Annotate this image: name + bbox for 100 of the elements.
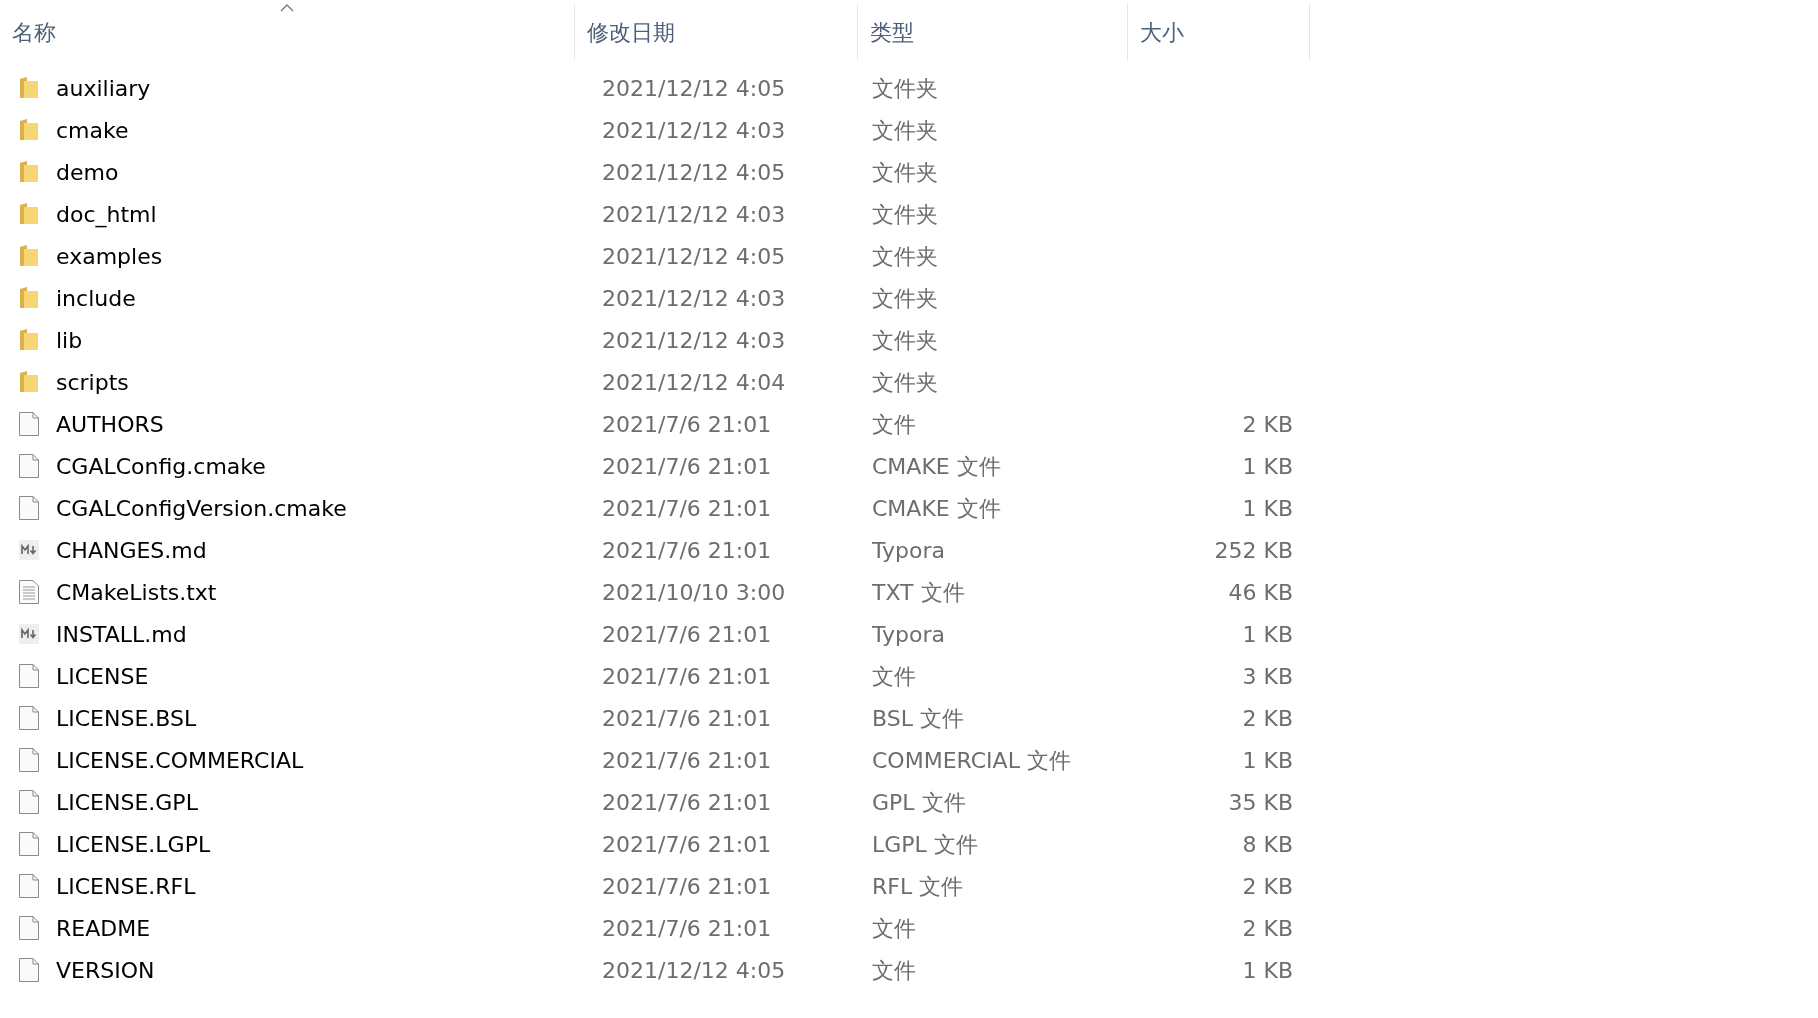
file-name[interactable]: LICENSE.GPL xyxy=(56,785,198,819)
file-type: GPL 文件 xyxy=(871,789,966,815)
file-name[interactable]: CGALConfig.cmake xyxy=(56,449,266,483)
file-type: 文件夹 xyxy=(871,159,938,185)
modified-date: 2021/12/12 4:03 xyxy=(601,201,786,227)
file-size: 1 KB xyxy=(1242,453,1293,479)
file-type: CMAKE 文件 xyxy=(871,495,1001,521)
modified-date: 2021/7/6 21:01 xyxy=(601,705,772,731)
file-size: 252 KB xyxy=(1214,537,1293,563)
file-size: 8 KB xyxy=(1242,831,1293,857)
modified-date: 2021/12/12 4:05 xyxy=(601,957,786,983)
file-icon xyxy=(18,747,40,773)
file-type: 文件夹 xyxy=(871,243,938,269)
file-name[interactable]: auxiliary xyxy=(56,71,151,105)
column-header[interactable]: 大小 xyxy=(1128,4,1310,60)
column-header[interactable]: 名称 xyxy=(0,4,575,60)
file-icon xyxy=(18,453,40,479)
modified-date: 2021/7/6 21:01 xyxy=(601,537,772,563)
file-size: 2 KB xyxy=(1242,915,1293,941)
file-icon xyxy=(18,831,40,857)
folder-icon xyxy=(18,370,40,394)
file-type: 文件夹 xyxy=(871,117,938,143)
file-type: 文件夹 xyxy=(871,285,938,311)
folder-icon xyxy=(18,286,40,310)
markdown-icon xyxy=(18,539,40,561)
column-header[interactable]: 修改日期 xyxy=(575,4,858,60)
file-type: 文件 xyxy=(871,411,916,437)
file-name[interactable]: LICENSE.RFL xyxy=(56,869,196,903)
modified-date: 2021/7/6 21:01 xyxy=(601,621,772,647)
modified-date: 2021/7/6 21:01 xyxy=(601,411,772,437)
file-type: TXT 文件 xyxy=(871,579,965,605)
folder-icon xyxy=(18,76,40,100)
file-name[interactable]: VERSION xyxy=(56,953,155,987)
modified-date: 2021/7/6 21:01 xyxy=(601,873,772,899)
file-name[interactable]: doc_html xyxy=(56,197,157,231)
file-name[interactable]: LICENSE.COMMERCIAL xyxy=(56,743,304,777)
modified-date: 2021/12/12 4:03 xyxy=(601,327,786,353)
file-icon xyxy=(18,495,40,521)
file-name[interactable]: INSTALL.md xyxy=(56,617,187,651)
folder-icon xyxy=(18,118,40,142)
file-name[interactable]: examples xyxy=(56,239,163,273)
modified-date: 2021/7/6 21:01 xyxy=(601,747,772,773)
file-name[interactable]: demo xyxy=(56,155,119,189)
file-size: 1 KB xyxy=(1242,747,1293,773)
file-type: COMMERCIAL 文件 xyxy=(871,747,1071,773)
file-type: LGPL 文件 xyxy=(871,831,978,857)
modified-date: 2021/12/12 4:05 xyxy=(601,75,786,101)
file-size: 2 KB xyxy=(1242,705,1293,731)
file-icon xyxy=(18,663,40,689)
file-name[interactable]: scripts xyxy=(56,365,129,399)
file-name[interactable]: README xyxy=(56,911,151,945)
folder-icon xyxy=(18,160,40,184)
file-size: 1 KB xyxy=(1242,621,1293,647)
file-size: 1 KB xyxy=(1242,957,1293,983)
file-name[interactable]: LICENSE.BSL xyxy=(56,701,197,735)
file-name[interactable]: LICENSE.LGPL xyxy=(56,827,211,861)
file-type: 文件 xyxy=(871,957,916,983)
modified-date: 2021/12/12 4:04 xyxy=(601,369,786,395)
modified-date: 2021/12/12 4:03 xyxy=(601,117,786,143)
file-name[interactable]: include xyxy=(56,281,136,315)
folder-icon xyxy=(18,202,40,226)
modified-date: 2021/12/12 4:05 xyxy=(601,243,786,269)
file-type: 文件 xyxy=(871,915,916,941)
file-size: 35 KB xyxy=(1228,789,1293,815)
file-type: 文件夹 xyxy=(871,369,938,395)
file-type: CMAKE 文件 xyxy=(871,453,1001,479)
file-icon xyxy=(18,705,40,731)
file-name[interactable]: lib xyxy=(56,323,83,357)
file-size: 3 KB xyxy=(1242,663,1293,689)
file-icon xyxy=(18,957,40,983)
file-type: BSL 文件 xyxy=(871,705,964,731)
modified-date: 2021/7/6 21:01 xyxy=(601,831,772,857)
file-type: 文件 xyxy=(871,663,916,689)
file-type: RFL 文件 xyxy=(871,873,964,899)
folder-icon xyxy=(18,328,40,352)
text-file-icon xyxy=(18,579,40,605)
folder-icon xyxy=(18,244,40,268)
sort-caret-icon xyxy=(280,4,294,12)
modified-date: 2021/12/12 4:05 xyxy=(601,159,786,185)
file-type: 文件夹 xyxy=(871,327,938,353)
modified-date: 2021/10/10 3:00 xyxy=(601,579,786,605)
file-icon xyxy=(18,873,40,899)
file-icon xyxy=(18,915,40,941)
file-size: 2 KB xyxy=(1242,873,1293,899)
file-name[interactable]: CMakeLists.txt xyxy=(56,575,217,609)
file-icon xyxy=(18,411,40,437)
file-size: 1 KB xyxy=(1242,495,1293,521)
file-name[interactable]: cmake xyxy=(56,113,129,147)
file-type: 文件夹 xyxy=(871,201,938,227)
file-size: 2 KB xyxy=(1242,411,1293,437)
file-type: 文件夹 xyxy=(871,75,938,101)
file-name[interactable]: CGALConfigVersion.cmake xyxy=(56,491,347,525)
modified-date: 2021/7/6 21:01 xyxy=(601,495,772,521)
file-type: Typora xyxy=(871,537,945,563)
file-name[interactable]: LICENSE xyxy=(56,659,149,693)
modified-date: 2021/7/6 21:01 xyxy=(601,453,772,479)
file-name[interactable]: AUTHORS xyxy=(56,407,164,441)
file-name[interactable]: CHANGES.md xyxy=(56,533,207,567)
modified-date: 2021/12/12 4:03 xyxy=(601,285,786,311)
column-header[interactable]: 类型 xyxy=(858,4,1128,60)
